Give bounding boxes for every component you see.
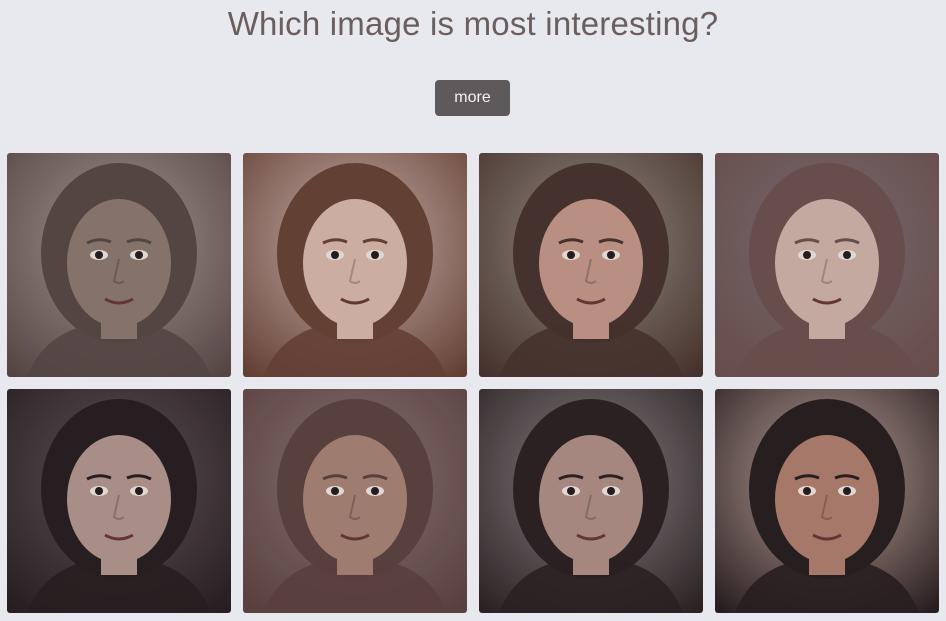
image-tile[interactable]: [243, 389, 467, 613]
image-tile[interactable]: [243, 153, 467, 377]
portrait-image: [479, 153, 703, 377]
portrait-image: [243, 389, 467, 613]
portrait-image: [715, 153, 939, 377]
portrait-image: [7, 389, 231, 613]
image-tile[interactable]: [479, 153, 703, 377]
portrait-image: [7, 153, 231, 377]
portrait-image: [479, 389, 703, 613]
more-button[interactable]: more: [435, 80, 510, 116]
image-tile[interactable]: [715, 153, 939, 377]
page-title: Which image is most interesting?: [227, 5, 719, 42]
image-tile[interactable]: [479, 389, 703, 613]
portrait-image: [243, 153, 467, 377]
image-grid: [7, 153, 939, 613]
image-tile[interactable]: [7, 153, 231, 377]
image-tile[interactable]: [715, 389, 939, 613]
image-tile[interactable]: [7, 389, 231, 613]
portrait-image: [715, 389, 939, 613]
